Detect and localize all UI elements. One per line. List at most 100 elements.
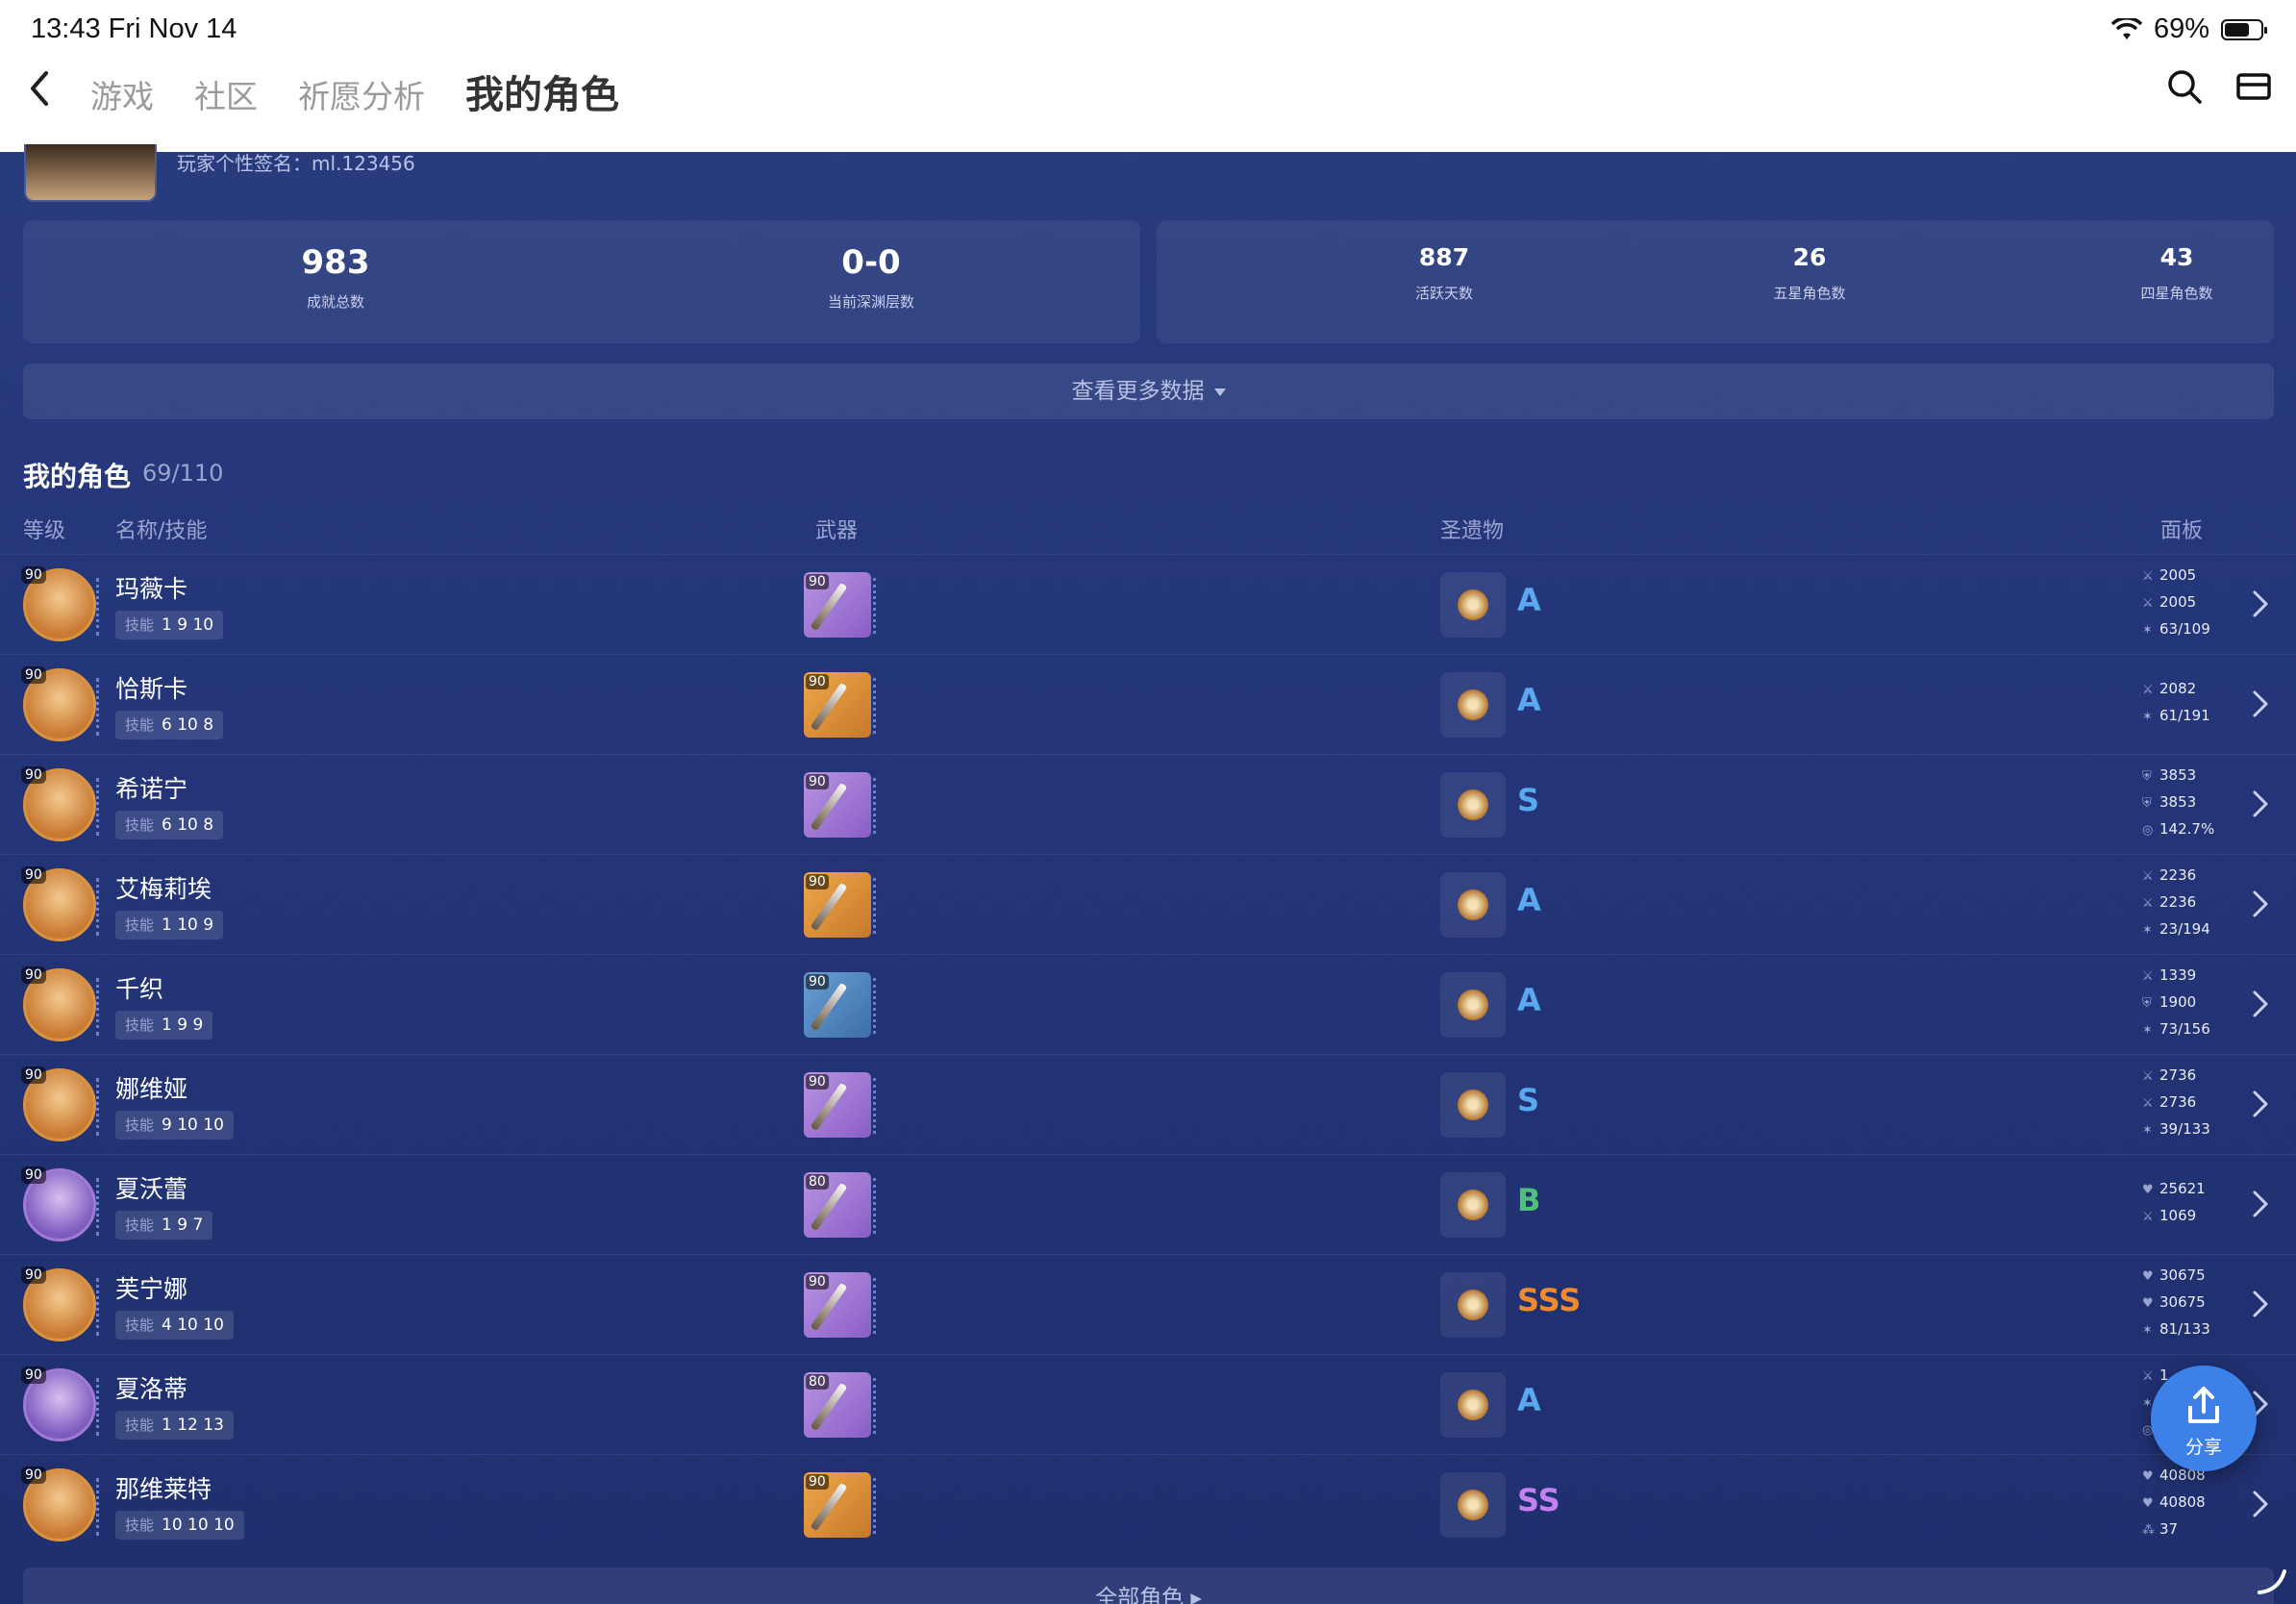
all-characters-button[interactable]: 全部角色 ▸ xyxy=(23,1567,2274,1604)
panel-stat: ⛨ 3853 xyxy=(2142,789,2214,816)
crit-icon: ✶ xyxy=(2142,1023,2153,1038)
weapon-icon[interactable]: 90 xyxy=(804,1272,871,1338)
panel-stats: ♥ 40808 ♥ 40808 ⁂ 37 xyxy=(2142,1463,2206,1543)
artifact-icon[interactable] xyxy=(1440,1172,1506,1238)
constellation-dots xyxy=(96,878,100,936)
weapon-icon[interactable]: 80 xyxy=(804,1372,871,1438)
character-row[interactable]: 90 夏沃蕾 技能 1 9 7 80 B ♥ 25621 ⚔ 1069 xyxy=(0,1154,2296,1254)
refinement-dots xyxy=(873,1278,877,1334)
stat-label: 四星角色数 xyxy=(2140,285,2213,302)
search-icon[interactable] xyxy=(2165,67,2204,106)
chevron-right-icon[interactable] xyxy=(2252,789,2269,818)
chevron-right-icon[interactable] xyxy=(2252,890,2269,918)
tab-my-characters[interactable]: 我的角色 xyxy=(465,63,619,119)
weapon-level: 90 xyxy=(806,1074,829,1090)
weapon-icon[interactable]: 90 xyxy=(804,1072,871,1138)
chevron-right-icon[interactable] xyxy=(2252,1290,2269,1318)
chevron-right-icon[interactable] xyxy=(2252,689,2269,718)
panel-stat: ⚔ 2005 xyxy=(2142,589,2210,616)
hp-icon: ♥ xyxy=(2142,1469,2154,1484)
artifact-icon[interactable] xyxy=(1440,672,1506,738)
panel-stat: ♥ 40808 xyxy=(2142,1490,2206,1516)
panel-stat-value: 142.7% xyxy=(2159,820,2215,838)
atk-icon: ⚔ xyxy=(2142,1069,2154,1084)
artifact-icon[interactable] xyxy=(1440,972,1506,1038)
panel-stat: ⚔ 2005 xyxy=(2142,563,2210,589)
stat-label: 活跃天数 xyxy=(1414,285,1473,302)
panel-stat-value: 3853 xyxy=(2159,766,2197,784)
weapon-level: 80 xyxy=(806,1374,829,1390)
panel-stat-value: 2005 xyxy=(2159,593,2197,611)
character-name: 那维莱特 xyxy=(115,1475,212,1503)
chevron-right-icon[interactable] xyxy=(2252,1490,2269,1518)
panel-stat-value: 1900 xyxy=(2159,993,2197,1011)
character-name: 夏沃蕾 xyxy=(115,1175,188,1203)
share-button[interactable]: 分享 xyxy=(2151,1366,2257,1471)
chevron-right-icon[interactable] xyxy=(2252,990,2269,1018)
weapon-icon[interactable]: 90 xyxy=(804,672,871,738)
character-row[interactable]: 90 夏洛蒂 技能 1 12 13 80 A ⚔ 1 ✶ ◎ xyxy=(0,1354,2296,1454)
skill-label: 技能 xyxy=(125,1116,155,1134)
weapon-icon[interactable]: 80 xyxy=(804,1172,871,1238)
artifact-grade: A xyxy=(1517,682,1541,718)
character-row[interactable]: 90 那维莱特 技能 10 10 10 90 SS ♥ 40808 ♥ 40808 ⁂ 37 xyxy=(0,1454,2296,1554)
mail-icon[interactable] xyxy=(2234,67,2273,106)
weapon-level: 90 xyxy=(806,874,829,890)
panel-stat: ✶ 81/133 xyxy=(2142,1316,2210,1343)
character-row[interactable]: 90 芙宁娜 技能 4 10 10 90 SSS ♥ 30675 ♥ 30675 ✶ 81/… xyxy=(0,1254,2296,1354)
artifact-icon[interactable] xyxy=(1440,1272,1506,1338)
stat-five-star: 26 五星角色数 xyxy=(1665,243,1954,303)
stat-value: 983 xyxy=(301,243,370,282)
artifact-icon[interactable] xyxy=(1440,572,1506,638)
skill-values: 1 10 9 xyxy=(162,915,214,935)
chevron-right-icon[interactable] xyxy=(2252,589,2269,618)
weapon-icon[interactable]: 90 xyxy=(804,1472,871,1538)
skill-label: 技能 xyxy=(125,1216,155,1234)
character-row[interactable]: 90 希诺宁 技能 6 10 8 90 S ⛨ 3853 ⛨ 3853 ◎ 142.7% xyxy=(0,754,2296,854)
tab-community[interactable]: 社区 xyxy=(194,71,258,117)
artifact-grade: SSS xyxy=(1517,1282,1582,1318)
chevron-right-icon[interactable] xyxy=(2252,1190,2269,1218)
panel-stat-value: 1339 xyxy=(2159,966,2197,984)
character-level: 90 xyxy=(21,966,46,984)
character-row[interactable]: 90 艾梅莉埃 技能 1 10 9 90 A ⚔ 2236 ⚔ 2236 ✶ 23/194 xyxy=(0,854,2296,954)
character-row[interactable]: 90 玛薇卡 技能 1 9 10 90 A ⚔ 2005 ⚔ 2005 ✶ 63/109 xyxy=(0,554,2296,654)
weapon-icon[interactable]: 90 xyxy=(804,972,871,1038)
chevron-left-icon[interactable] xyxy=(25,69,56,108)
atk-icon: ⚔ xyxy=(2142,896,2154,911)
chevron-right-icon[interactable] xyxy=(2252,1090,2269,1118)
caret-down-icon xyxy=(1213,388,1226,396)
skill-values: 10 10 10 xyxy=(162,1516,235,1535)
weapon-icon[interactable]: 90 xyxy=(804,872,871,938)
character-skills: 技能 4 10 10 xyxy=(115,1311,234,1340)
tab-wish-analysis[interactable]: 祈愿分析 xyxy=(298,71,425,117)
panel-stat-value: 61/191 xyxy=(2159,707,2210,724)
tab-games[interactable]: 游戏 xyxy=(90,71,154,117)
artifact-icon[interactable] xyxy=(1440,1372,1506,1438)
artifact-icon[interactable] xyxy=(1440,772,1506,838)
weapon-icon[interactable]: 90 xyxy=(804,572,871,638)
character-name: 芙宁娜 xyxy=(115,1275,188,1303)
def-icon: ⛨ xyxy=(2142,769,2152,784)
character-name: 玛薇卡 xyxy=(115,575,188,603)
more-data-label: 查看更多数据 xyxy=(1071,379,1205,404)
artifact-icon[interactable] xyxy=(1440,1472,1506,1538)
character-name: 艾梅莉埃 xyxy=(115,875,212,903)
character-row[interactable]: 90 千织 技能 1 9 9 90 A ⚔ 1339 ⛨ 1900 ✶ 73/156 xyxy=(0,954,2296,1054)
weapon-level: 90 xyxy=(806,774,829,789)
flower-shape xyxy=(1458,1290,1488,1320)
player-avatar[interactable] xyxy=(24,144,157,202)
panel-stat-value: 2236 xyxy=(2159,893,2197,911)
nav-tabs: 游戏 社区 祈愿分析 我的角色 xyxy=(90,63,619,119)
blade-shape xyxy=(810,1082,848,1132)
more-data-button[interactable]: 查看更多数据 xyxy=(23,363,2274,419)
artifact-icon[interactable] xyxy=(1440,872,1506,938)
artifact-icon[interactable] xyxy=(1440,1072,1506,1138)
resize-handle-icon[interactable] xyxy=(2256,1564,2288,1596)
character-row[interactable]: 90 恰斯卡 技能 6 10 8 90 A ⚔ 2082 ✶ 61/191 xyxy=(0,654,2296,754)
panel-stats: ⚔ 2736 ⚔ 2736 ✶ 39/133 xyxy=(2142,1063,2210,1143)
character-row[interactable]: 90 娜维娅 技能 9 10 10 90 S ⚔ 2736 ⚔ 2736 ✶ 39/133 xyxy=(0,1054,2296,1154)
panel-stat: ⚔ 2236 xyxy=(2142,890,2210,916)
weapon-icon[interactable]: 90 xyxy=(804,772,871,838)
skill-values: 9 10 10 xyxy=(162,1115,224,1135)
